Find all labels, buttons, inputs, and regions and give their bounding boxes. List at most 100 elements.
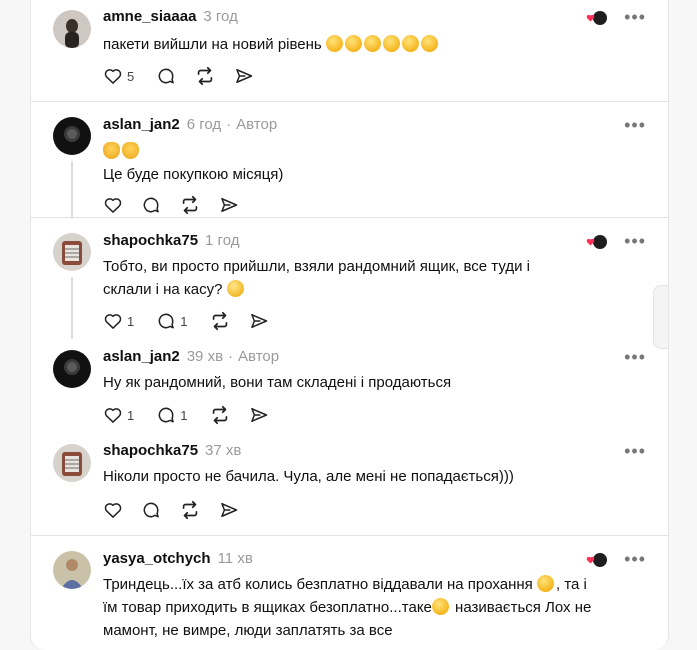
like-button[interactable]: 1 xyxy=(103,405,138,425)
avatar[interactable] xyxy=(53,350,91,388)
rofl-emoji-icon xyxy=(325,35,440,53)
reply-button[interactable] xyxy=(141,195,161,215)
reply-button[interactable]: 1 xyxy=(156,405,191,425)
comment-text: Ну як рандомний, вони там складені і про… xyxy=(103,374,452,391)
like-button[interactable]: 5 xyxy=(103,66,138,86)
share-button[interactable] xyxy=(234,66,254,86)
divider xyxy=(31,535,668,536)
more-icon[interactable]: ••• xyxy=(624,442,646,460)
comment-text-body: Тобто, ви просто прийшли, взяли рандомни… xyxy=(103,258,530,298)
like-count: 5 xyxy=(127,68,135,84)
reply-button[interactable]: 1 xyxy=(156,311,191,331)
dot-separator: · xyxy=(228,348,234,365)
comment-text: пакети вийшли на новий рівень xyxy=(103,33,593,56)
share-button[interactable] xyxy=(249,405,269,425)
comment-icon xyxy=(158,407,175,423)
like-button[interactable] xyxy=(103,195,123,215)
more-icon[interactable]: ••• xyxy=(624,116,646,134)
like-count: 1 xyxy=(127,313,135,329)
comment-text-part: Триндець...їх за атб колись безплатно ві… xyxy=(103,576,533,593)
repost-button[interactable] xyxy=(209,404,231,426)
username[interactable]: shapochka75 xyxy=(103,442,198,459)
more-icon[interactable]: ••• xyxy=(624,348,646,366)
repost-button[interactable] xyxy=(209,310,231,332)
comment-icon xyxy=(143,197,159,213)
timestamp[interactable]: 3 год xyxy=(203,8,237,25)
comments-feed: amne_siaaaa 3 год ••• пакети вийшли на н… xyxy=(30,0,669,650)
pensive-emoji-icon xyxy=(431,598,449,615)
repost-icon xyxy=(197,66,213,86)
repost-button[interactable] xyxy=(194,65,216,87)
scrollbar[interactable] xyxy=(653,285,668,349)
repost-button[interactable] xyxy=(179,194,201,216)
comment-icon xyxy=(158,68,175,84)
avatar[interactable] xyxy=(53,444,91,482)
repost-icon xyxy=(182,500,198,520)
repost-icon xyxy=(213,405,228,425)
comment-icon xyxy=(158,313,175,329)
more-icon[interactable]: ••• xyxy=(624,8,646,26)
liked-by-author-icon xyxy=(586,553,607,567)
username[interactable]: shapochka75 xyxy=(103,232,198,249)
liked-by-author-icon xyxy=(586,11,607,25)
heart-icon xyxy=(104,314,122,329)
username[interactable]: aslan_jan2 xyxy=(103,116,180,133)
reply-button[interactable] xyxy=(156,66,176,86)
reply-count: 1 xyxy=(180,313,188,329)
grin-sweat-emoji-icon xyxy=(536,575,554,592)
heart-icon xyxy=(104,503,122,518)
liked-by-author-icon xyxy=(586,235,607,249)
reply-count: 1 xyxy=(180,407,188,423)
heart-icon xyxy=(104,198,122,213)
heart-icon xyxy=(104,69,122,84)
timestamp[interactable]: 11 хв xyxy=(218,550,253,567)
thread-line xyxy=(71,161,73,219)
more-icon[interactable]: ••• xyxy=(624,232,646,250)
thinking-emoji-icon xyxy=(226,280,244,297)
repost-icon xyxy=(182,195,198,215)
handshake-emoji-icon xyxy=(103,140,593,163)
timestamp[interactable]: 1 год xyxy=(205,232,239,249)
share-icon xyxy=(236,69,253,83)
avatar[interactable] xyxy=(53,117,91,155)
share-button[interactable] xyxy=(219,500,239,520)
comment-icon xyxy=(143,502,159,518)
like-button[interactable]: 1 xyxy=(103,311,138,331)
avatar[interactable] xyxy=(53,551,91,589)
share-button[interactable] xyxy=(249,311,269,331)
comment-text: Тобто, ви просто прийшли, взяли рандомни… xyxy=(103,255,573,301)
repost-icon xyxy=(213,311,228,331)
action-bar xyxy=(103,498,257,522)
comment-text-body: Це буде покупкою місяця) xyxy=(103,166,284,183)
share-icon xyxy=(221,503,238,517)
reply-button[interactable] xyxy=(141,500,161,520)
comment-text-body: пакети вийшли на новий рівень xyxy=(103,36,322,53)
repost-button[interactable] xyxy=(179,499,201,521)
username[interactable]: aslan_jan2 xyxy=(103,348,180,365)
divider xyxy=(31,101,668,102)
share-button[interactable] xyxy=(219,195,239,215)
username[interactable]: yasya_otchych xyxy=(103,550,211,567)
heart-icon xyxy=(104,408,122,423)
comment-text: Це буде покупкою місяця) xyxy=(103,140,593,186)
share-icon xyxy=(221,198,238,212)
author-badge: Автор xyxy=(238,348,280,365)
thread-line xyxy=(71,277,73,339)
action-bar: 1 1 xyxy=(103,403,287,427)
timestamp[interactable]: 39 хв xyxy=(187,348,223,365)
more-icon[interactable]: ••• xyxy=(624,550,646,568)
divider xyxy=(31,217,668,218)
avatar[interactable] xyxy=(53,233,91,271)
comment-text: Ніколи просто не бачила. Чула, але мені … xyxy=(103,468,514,485)
avatar[interactable] xyxy=(53,10,91,48)
comment-text: Триндець...їх за атб колись безплатно ві… xyxy=(103,573,603,642)
timestamp[interactable]: 37 хв xyxy=(205,442,241,459)
action-bar: 5 xyxy=(103,64,272,88)
dot-separator: · xyxy=(226,116,232,133)
timestamp[interactable]: 6 год xyxy=(187,116,221,133)
action-bar: 1 1 xyxy=(103,309,287,333)
author-badge: Автор xyxy=(236,116,278,133)
username[interactable]: amne_siaaaa xyxy=(103,8,196,25)
share-icon xyxy=(251,408,268,422)
like-button[interactable] xyxy=(103,500,123,520)
